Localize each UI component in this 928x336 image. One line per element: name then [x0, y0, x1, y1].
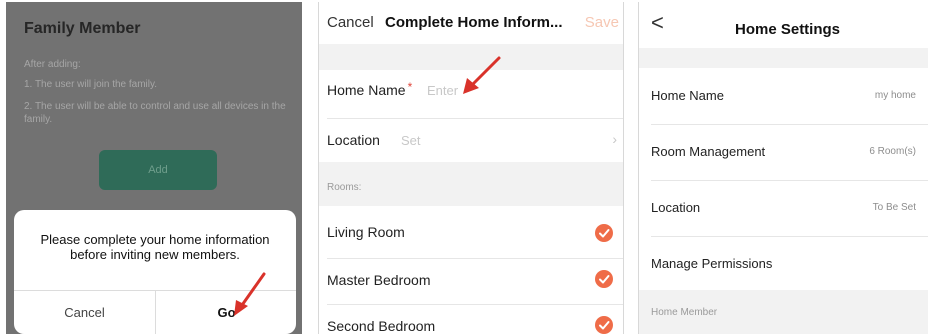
check-circle-icon[interactable]: [595, 270, 613, 288]
check-circle-icon[interactable]: [595, 316, 613, 334]
add-member-button[interactable]: Add: [99, 150, 217, 190]
row-divider: [651, 236, 928, 237]
complete-info-dialog: Please complete your home information be…: [14, 210, 296, 334]
home-name-input[interactable]: Enter: [427, 83, 458, 98]
settings-row-value: my home: [874, 90, 916, 101]
location-value: Set: [401, 133, 421, 148]
row-divider: [327, 258, 623, 259]
check-circle-icon[interactable]: [595, 224, 613, 242]
settings-row-value: 6 Room(s): [869, 146, 916, 157]
info-line-2: 2. The user will be able to control and …: [24, 101, 286, 125]
page-title: Home Settings: [735, 21, 841, 38]
home-name-label: Home Name: [327, 82, 406, 98]
dialog-cancel-button[interactable]: Cancel: [14, 291, 155, 334]
section-spacer: [639, 48, 928, 68]
home-member-caption: Home Member: [651, 307, 718, 318]
home-settings-screen: < Home Settings Home Name my home Room M…: [638, 2, 928, 334]
row-divider: [651, 180, 928, 181]
complete-home-info-screen: Cancel Complete Home Inform... Save Home…: [318, 2, 624, 334]
section-spacer: [319, 44, 623, 70]
room-name: Master Bedroom: [327, 272, 431, 288]
settings-row-label: Location: [651, 200, 701, 215]
settings-row-label: Home Name: [651, 88, 724, 103]
dialog-go-button[interactable]: Go: [156, 291, 296, 334]
page-title: Complete Home Inform...: [385, 14, 563, 31]
info-line-1: 1. The user will join the family.: [24, 79, 158, 90]
chevron-right-icon: ›: [612, 131, 617, 147]
save-button[interactable]: Save: [585, 14, 619, 31]
row-divider: [327, 304, 623, 305]
rooms-section-header: [319, 162, 623, 206]
location-label: Location: [327, 132, 380, 148]
dialog-message: Please complete your home information be…: [40, 232, 270, 262]
family-member-screen: Family Member After adding: 1. The user …: [6, 2, 302, 334]
required-mark: *: [407, 80, 413, 94]
settings-row-label: Room Management: [651, 144, 766, 159]
room-name: Living Room: [327, 224, 405, 240]
row-divider: [651, 124, 928, 125]
cancel-button[interactable]: Cancel: [327, 14, 374, 31]
family-member-title: Family Member: [24, 20, 141, 37]
after-adding-text: After adding:: [24, 59, 81, 70]
settings-row-label: Manage Permissions: [651, 256, 773, 271]
rooms-caption: Rooms:: [327, 182, 362, 193]
row-divider: [327, 118, 623, 119]
settings-row-value: To Be Set: [872, 202, 916, 213]
room-name: Second Bedroom: [327, 318, 436, 334]
back-chevron-icon[interactable]: <: [651, 10, 664, 36]
